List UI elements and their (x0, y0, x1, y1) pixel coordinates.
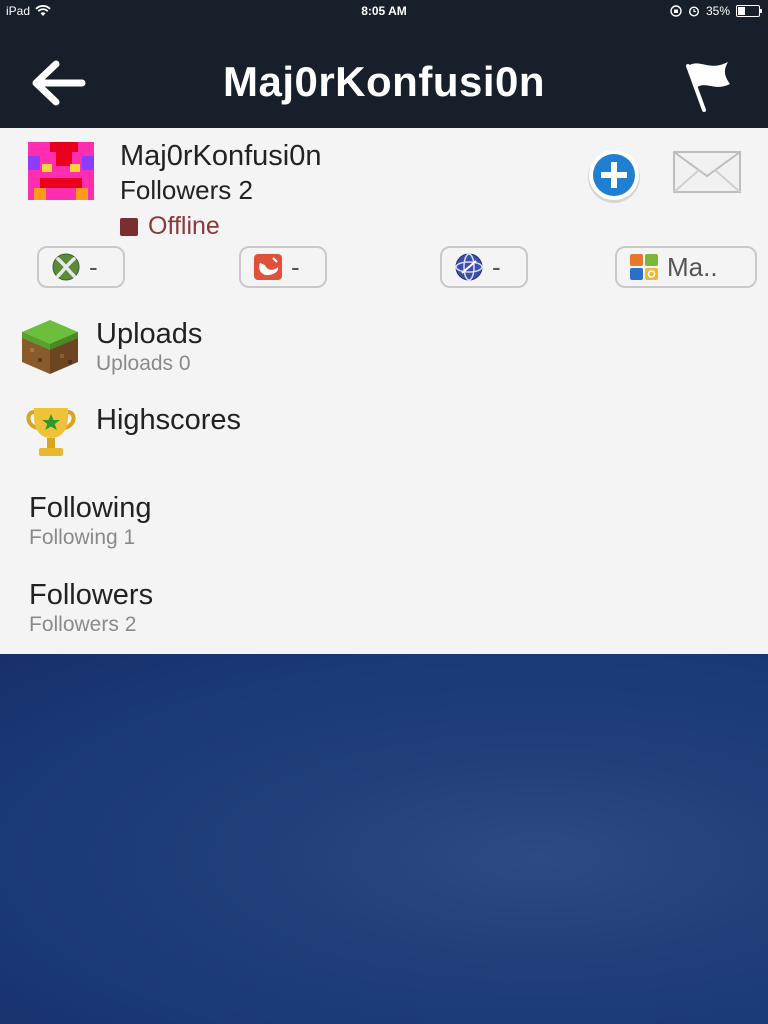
uploads-subtitle: Uploads 0 (96, 352, 191, 375)
status-time: 8:05 AM (361, 4, 407, 18)
status-right: 35% (670, 4, 762, 18)
report-flag-button[interactable] (682, 58, 734, 114)
page-title: Maj0rKonfusi0n (222, 58, 546, 105)
background-area (0, 654, 768, 1024)
xbox-icon (52, 253, 80, 281)
plus-circle-icon (588, 150, 640, 203)
platform-chip-psn[interactable]: - (440, 246, 528, 288)
platform-chip-apps[interactable]: Ma.. (615, 246, 757, 288)
platform-label: - (89, 251, 98, 282)
status-bar: iPad 8:05 AM 35% (0, 0, 768, 22)
avatar[interactable] (28, 142, 94, 200)
profile-panel: Maj0rKonfusi0n Followers 2 Offline - - -… (0, 128, 768, 654)
online-status: Offline (120, 212, 220, 241)
profile-followers-count: Followers 2 (120, 175, 253, 205)
flag-icon (686, 62, 730, 112)
playstation-network-icon (455, 253, 483, 281)
following-title: Following (29, 492, 152, 524)
battery-icon (736, 5, 762, 17)
platform-chip-xbox[interactable]: - (37, 246, 125, 288)
following-subtitle: Following 1 (29, 526, 136, 549)
orientation-lock-icon (670, 5, 682, 17)
game-center-icon (254, 254, 282, 280)
battery-percent: 35% (705, 4, 730, 18)
platform-chip-game-center[interactable]: - (239, 246, 327, 288)
platform-label: - (291, 251, 300, 282)
followers-subtitle: Followers 2 (29, 613, 137, 636)
profile-username: Maj0rKonfusi0n (120, 140, 322, 172)
alarm-icon (688, 6, 699, 17)
menu-item-following[interactable]: Following Following 1 (0, 488, 768, 558)
follow-button[interactable] (586, 148, 642, 204)
trophy-icon (26, 408, 76, 456)
envelope-icon (673, 151, 741, 193)
platform-label: Ma.. (667, 251, 718, 282)
status-dot (120, 217, 138, 236)
menu-item-highscores[interactable]: Highscores (0, 398, 768, 468)
status-label: Offline (148, 212, 220, 240)
uploads-title: Uploads (96, 318, 203, 350)
platform-label: - (492, 251, 501, 282)
highscores-title: Highscores (96, 404, 242, 436)
grass-block-icon (22, 320, 78, 374)
message-button[interactable] (672, 150, 742, 194)
nav-bar: Maj0rKonfusi0n (0, 22, 768, 128)
menu-item-followers[interactable]: Followers Followers 2 (0, 576, 768, 646)
game-center-apps-icon (630, 254, 658, 280)
menu-item-uploads[interactable]: Uploads Uploads 0 (0, 312, 768, 388)
followers-title: Followers (29, 579, 154, 611)
